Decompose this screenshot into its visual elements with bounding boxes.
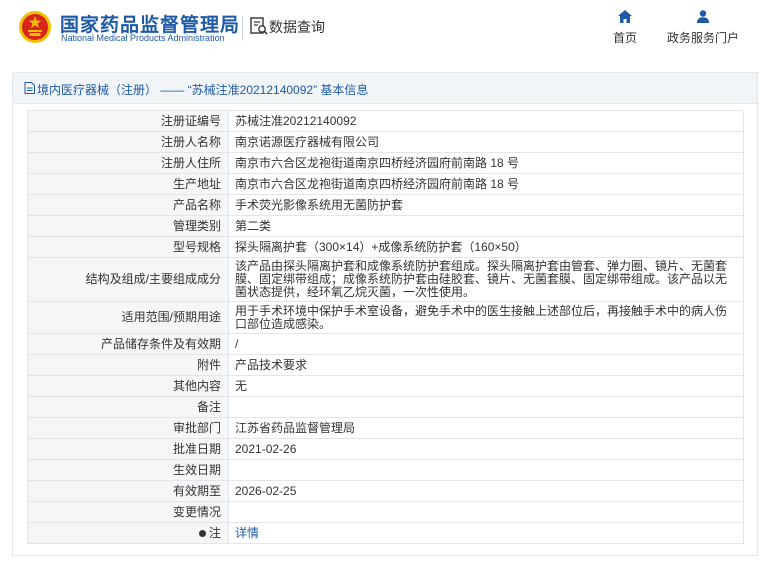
row-value: 南京市六合区龙袍街道南京四桥经济园府前南路 18 号 [228, 173, 744, 195]
nav-home-label: 首页 [612, 31, 637, 45]
row-value: 该产品由探头隔离护套和成像系统防护套组成。探头隔离护套由管套、弹力圈、镜片、无菌… [228, 257, 744, 302]
table-row: 生产地址 南京市六合区龙袍街道南京四桥经济园府前南路 18 号 [27, 173, 744, 195]
table-row: 附件 产品技术要求 [27, 354, 744, 376]
row-key: 生产地址 [27, 173, 229, 195]
table-row: 注 详情 [27, 522, 744, 544]
row-value: 2021-02-26 [228, 438, 744, 460]
panel-header: 境内医疗器械（注册） —— “苏械注准20212140092” 基本信息 [13, 73, 757, 104]
detail-table: 注册证编号 苏械注准20212140092 注册人名称 南京诺源医疗器械有限公司 注… [27, 110, 744, 544]
table-row: 批准日期 2021-02-26 [27, 438, 744, 460]
panel-title: 境内医疗器械（注册） —— “苏械注准20212140092” 基本信息 [37, 83, 369, 97]
row-key: 结构及组成/主要组成成分 [27, 257, 229, 302]
table-row: 适用范围/预期用途 用于手术环境中保护手术室设备，避免手术中的医生接触上述部位后，… [27, 301, 744, 334]
row-value: 江苏省药品监督管理局 [228, 417, 744, 439]
document-search-icon [250, 17, 268, 35]
row-key: 备注 [27, 396, 229, 418]
row-key: 适用范围/预期用途 [27, 301, 229, 334]
row-value [228, 396, 744, 418]
table-row: 注册证编号 苏械注准20212140092 [27, 110, 744, 132]
row-value: 南京诺源医疗器械有限公司 [228, 131, 744, 153]
row-value: 2026-02-25 [228, 480, 744, 502]
table-row: 生效日期 [27, 459, 744, 481]
table-row: 审批部门 江苏省药品监督管理局 [27, 417, 744, 439]
table-row: 产品储存条件及有效期 / [27, 333, 744, 355]
table-row: 注册人名称 南京诺源医疗器械有限公司 [27, 131, 744, 153]
table-row: 产品名称 手术荧光影像系统用无菌防护套 [27, 194, 744, 216]
table-row: 其他内容无 [27, 375, 744, 397]
row-key: 有效期至 [27, 480, 229, 502]
details-link[interactable]: 详情 [235, 526, 259, 540]
user-icon [697, 10, 709, 23]
table-row: 结构及组成/主要组成成分 该产品由探头隔离护套和成像系统防护套组成。探头隔离护套由… [27, 257, 744, 302]
row-key: 注册人名称 [27, 131, 229, 153]
row-value [228, 459, 744, 481]
row-value: 无 [228, 375, 744, 397]
national-emblem-icon [19, 11, 51, 43]
row-key: 产品名称 [27, 194, 229, 216]
table-row: 型号规格 探头隔离护套（300×14）+成像系统防护套（160×50） [27, 236, 744, 258]
row-value: 用于手术环境中保护手术室设备，避免手术中的医生接触上述部位后，再接触手术中的病人… [228, 301, 744, 334]
row-key: 其他内容 [27, 375, 229, 397]
row-value: 手术荧光影像系统用无菌防护套 [228, 194, 744, 216]
home-icon [618, 10, 632, 23]
data-query-label[interactable]: 数据查询 [269, 17, 325, 37]
row-key: 审批部门 [27, 417, 229, 439]
table-row: 变更情况 [27, 501, 744, 523]
org-name-en[interactable]: National Medical Products Administration [61, 33, 225, 43]
row-value: / [228, 333, 744, 355]
row-key: 生效日期 [27, 459, 229, 481]
row-key: 注册人住所 [27, 152, 229, 174]
bullet-icon [198, 529, 206, 537]
row-value: 苏械注准20212140092 [228, 110, 744, 132]
detail-panel: 境内医疗器械（注册） —— “苏械注准20212140092” 基本信息 注册证… [12, 72, 758, 556]
row-value: 产品技术要求 [228, 354, 744, 376]
row-value: 详情 [228, 522, 744, 544]
nav-service-portal[interactable]: 政务服务门户 [662, 10, 744, 46]
document-icon [24, 82, 35, 94]
nav-portal-label: 政务服务门户 [666, 31, 739, 45]
row-key: 型号规格 [27, 236, 229, 258]
row-value: 南京市六合区龙袍街道南京四桥经济园府前南路 18 号 [228, 152, 744, 174]
row-key: 注 [27, 522, 229, 544]
row-key: 产品储存条件及有效期 [27, 333, 229, 355]
header-divider [242, 16, 243, 40]
row-value [228, 501, 744, 523]
row-key: 变更情况 [27, 501, 229, 523]
row-value: 第二类 [228, 215, 744, 237]
nav-home[interactable]: 首页 [608, 10, 642, 46]
table-row: 注册人住所 南京市六合区龙袍街道南京四桥经济园府前南路 18 号 [27, 152, 744, 174]
table-row: 有效期至 2026-02-25 [27, 480, 744, 502]
row-key: 批准日期 [27, 438, 229, 460]
note-key: 注 [208, 525, 221, 540]
row-key: 附件 [27, 354, 229, 376]
table-row: 管理类别 第二类 [27, 215, 744, 237]
site-header: 国家药品监督管理局 National Medical Products Admi… [0, 0, 768, 62]
row-key: 管理类别 [27, 215, 229, 237]
row-value: 探头隔离护套（300×14）+成像系统防护套（160×50） [228, 236, 744, 258]
row-key: 注册证编号 [27, 110, 229, 132]
table-row: 备注 [27, 396, 744, 418]
